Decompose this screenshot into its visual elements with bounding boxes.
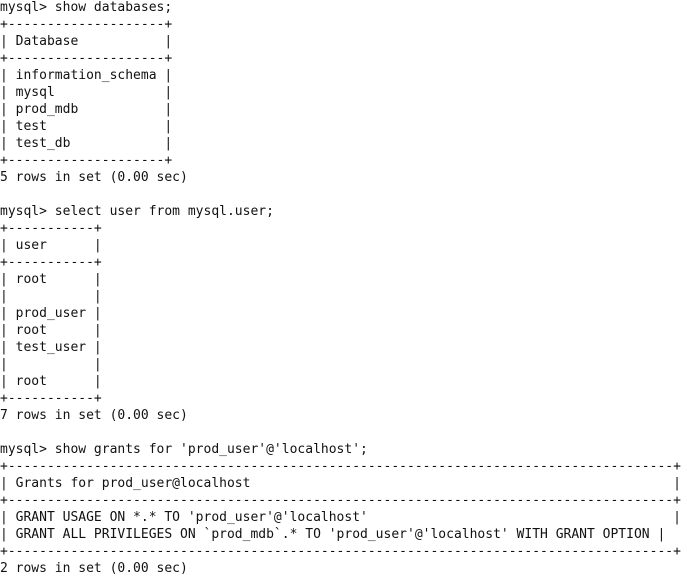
- terminal-line: | Grants for prod_user@localhost |: [0, 476, 681, 491]
- terminal-line: | information_schema |: [0, 68, 173, 83]
- terminal-line: | root |: [0, 323, 102, 338]
- terminal-line: +--------------------+: [0, 17, 173, 32]
- terminal-line: | prod_user |: [0, 306, 102, 321]
- terminal-line: +-----------+: [0, 221, 102, 236]
- terminal-line: +---------------------------------------…: [0, 459, 681, 474]
- terminal-line: 7 rows in set (0.00 sec): [0, 408, 188, 423]
- terminal-line: mysql> show grants for 'prod_user'@'loca…: [0, 442, 368, 457]
- terminal-line: | test_user |: [0, 340, 102, 355]
- terminal-line: +---------------------------------------…: [0, 493, 681, 508]
- terminal-line: +-----------+: [0, 255, 102, 270]
- terminal-line: | root |: [0, 272, 102, 287]
- terminal-line: | prod_mdb |: [0, 102, 173, 117]
- terminal-line: | |: [0, 289, 102, 304]
- terminal-line: | user |: [0, 238, 102, 253]
- terminal-line: mysql> select user from mysql.user;: [0, 204, 274, 219]
- terminal-output[interactable]: mysql> show databases; +-----------------…: [0, 0, 687, 577]
- terminal-line: | GRANT USAGE ON *.* TO 'prod_user'@'loc…: [0, 510, 681, 525]
- terminal-line: +--------------------+: [0, 51, 173, 66]
- terminal-line: | |: [0, 357, 102, 372]
- terminal-line: | GRANT ALL PRIVILEGES ON `prod_mdb`.* T…: [0, 527, 666, 542]
- terminal-line: | test |: [0, 119, 173, 134]
- terminal-line: | Database |: [0, 34, 173, 49]
- terminal-line: 5 rows in set (0.00 sec): [0, 170, 188, 185]
- terminal-line: | mysql |: [0, 85, 173, 100]
- terminal-line: +--------------------+: [0, 153, 173, 168]
- terminal-line: 2 rows in set (0.00 sec): [0, 561, 188, 576]
- terminal-line: +---------------------------------------…: [0, 544, 681, 559]
- terminal-line: | root |: [0, 374, 102, 389]
- terminal-line: | test_db |: [0, 136, 173, 151]
- terminal-line: mysql> show databases;: [0, 0, 173, 15]
- terminal-line: +-----------+: [0, 391, 102, 406]
